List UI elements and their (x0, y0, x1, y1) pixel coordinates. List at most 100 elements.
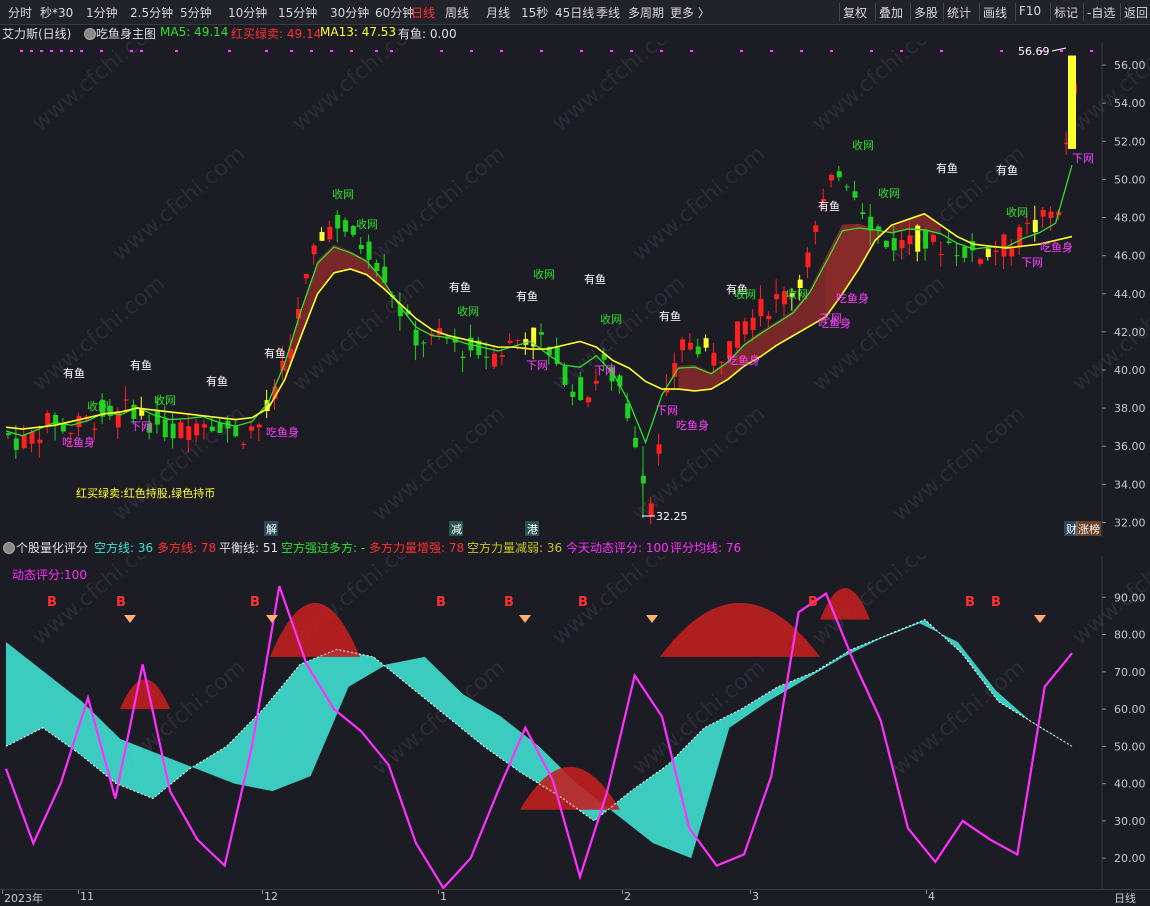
signal-dot (660, 50, 663, 52)
period-6[interactable]: 15分钟 (278, 4, 317, 21)
watermark-text: www.cfchi.com (548, 42, 690, 137)
signal-dot (30, 50, 33, 52)
price-tick: 34.00 (1114, 478, 1146, 491)
annotation-close: 收网 (533, 267, 555, 281)
tool-button-3[interactable]: 统计 (947, 4, 971, 21)
main-chart[interactable]: www.cfchi.com www.cfchi.com www.cfchi.com w… (0, 42, 1150, 537)
price-tick: 54.00 (1114, 97, 1146, 110)
period-13[interactable]: 45日线 (555, 4, 594, 21)
sub-title[interactable]: 个股量化评分 (16, 539, 88, 556)
period-10[interactable]: 周线 (445, 4, 469, 21)
today-score-value: 今天动态评分: 100 (566, 541, 669, 555)
tool-button-8[interactable]: 返回 (1124, 4, 1148, 21)
tool-button-1[interactable]: 叠加 (879, 4, 903, 21)
period-3[interactable]: 2.5分钟 (130, 4, 173, 21)
time-label: 3 (752, 890, 759, 903)
candle-body (201, 424, 207, 428)
candle-body (985, 248, 991, 257)
period-16[interactable]: 更多 〉 (670, 4, 710, 21)
time-label: 4 (928, 890, 935, 903)
candle-body (923, 229, 929, 249)
candle-body (76, 415, 82, 428)
candle-body (366, 241, 372, 260)
period-7[interactable]: 30分钟 (330, 4, 369, 21)
period-12[interactable]: 15秒 (521, 4, 548, 21)
stock-title[interactable]: 艾力斯(日线) (2, 25, 71, 42)
score-chart[interactable]: www.cfchi.com www.cfchi.com www.cfchi.com w… (0, 556, 1150, 889)
period-9[interactable]: 日线 (411, 4, 435, 21)
toolbar-divider (1083, 3, 1084, 21)
candle-body (311, 245, 317, 255)
period-14[interactable]: 季线 (596, 4, 620, 21)
candle-body (836, 171, 842, 178)
candle-body (1017, 227, 1023, 248)
candle-body (633, 437, 639, 448)
candle-body (507, 340, 513, 343)
candle-body (6, 433, 11, 436)
signal-dot (870, 50, 873, 52)
candle-body (876, 226, 882, 230)
signal-dot (175, 50, 178, 52)
tool-button-2[interactable]: 多股 (914, 4, 938, 21)
candle-body (1068, 55, 1076, 149)
time-label: 11 (80, 890, 94, 903)
candle-body (797, 279, 803, 288)
period-15[interactable]: 多周期 (628, 4, 664, 21)
annotation-eat: 吃鱼身 (727, 353, 760, 367)
tool-button-4[interactable]: 画线 (983, 4, 1007, 21)
annotation-net: 下网 (1021, 256, 1043, 269)
candle-body (21, 434, 27, 449)
signal-dot (50, 50, 53, 52)
candle-body (335, 214, 341, 229)
candle-body (625, 403, 631, 419)
period-indicator[interactable]: 日线 (1114, 890, 1136, 906)
period-4[interactable]: 5分钟 (180, 4, 212, 21)
period-8[interactable]: 60分钟 (375, 4, 414, 21)
annotation-close: 收网 (852, 138, 874, 152)
air-line-value: 空方线: 36 (94, 541, 154, 555)
candle-body (256, 424, 262, 428)
buy-b-mark: B (965, 595, 975, 610)
avg-score-value: 评分均线: 76 (670, 541, 742, 555)
time-label: 2023年 (4, 892, 43, 905)
annotation-net: 下网 (526, 359, 548, 372)
tool-button-5[interactable]: F10 (1019, 4, 1041, 18)
watermark-text: www.cfchi.com (888, 401, 1030, 526)
signal-dot (1000, 50, 1003, 52)
bear-power-value: 空方力量减弱: 36 (467, 541, 563, 555)
period-11[interactable]: 月线 (486, 4, 510, 21)
annotation-fish: 有鱼 (516, 289, 538, 303)
candle-body (813, 225, 819, 233)
annotation-eat: 吃鱼身 (818, 316, 851, 330)
candle-body (993, 250, 999, 252)
period-5[interactable]: 10分钟 (228, 4, 267, 21)
annotation-close: 收网 (734, 287, 756, 301)
signal-dot (770, 50, 773, 52)
tool-button-6[interactable]: 标记 (1054, 4, 1078, 21)
tool-button-7[interactable]: -自选 (1087, 4, 1115, 21)
annotation-eat: 吃鱼身 (62, 435, 95, 449)
watermark-text: www.cfchi.com (628, 141, 770, 266)
period-2[interactable]: 1分钟 (86, 4, 118, 21)
score-tick: 40.00 (1114, 778, 1146, 791)
candle-body (162, 419, 168, 438)
period-1[interactable]: 秒*30 (40, 4, 73, 21)
tool-button-0[interactable]: 复权 (843, 4, 867, 21)
bull-power-value: 多方力量增强: 78 (369, 541, 465, 555)
candle-body (515, 339, 521, 341)
annotation-fish: 有鱼 (63, 366, 85, 380)
price-tick: 38.00 (1114, 402, 1146, 415)
event-tag: 港 (527, 523, 538, 536)
low-label: 32.25 (656, 510, 688, 523)
signal-dot (440, 50, 443, 52)
candle-body (358, 244, 364, 249)
indicator-name[interactable]: 吃鱼身主图 (96, 25, 156, 42)
period-0[interactable]: 分时 (8, 4, 32, 21)
balance-value: 平衡线: 51 (219, 541, 279, 555)
dynamic-score-label: 动态评分:100 (12, 568, 87, 582)
time-tick (750, 890, 751, 894)
annotation-net: 下网 (594, 364, 616, 377)
event-tag: 财 (1066, 522, 1077, 536)
signal-dot (630, 50, 633, 52)
candle-body (570, 391, 576, 398)
